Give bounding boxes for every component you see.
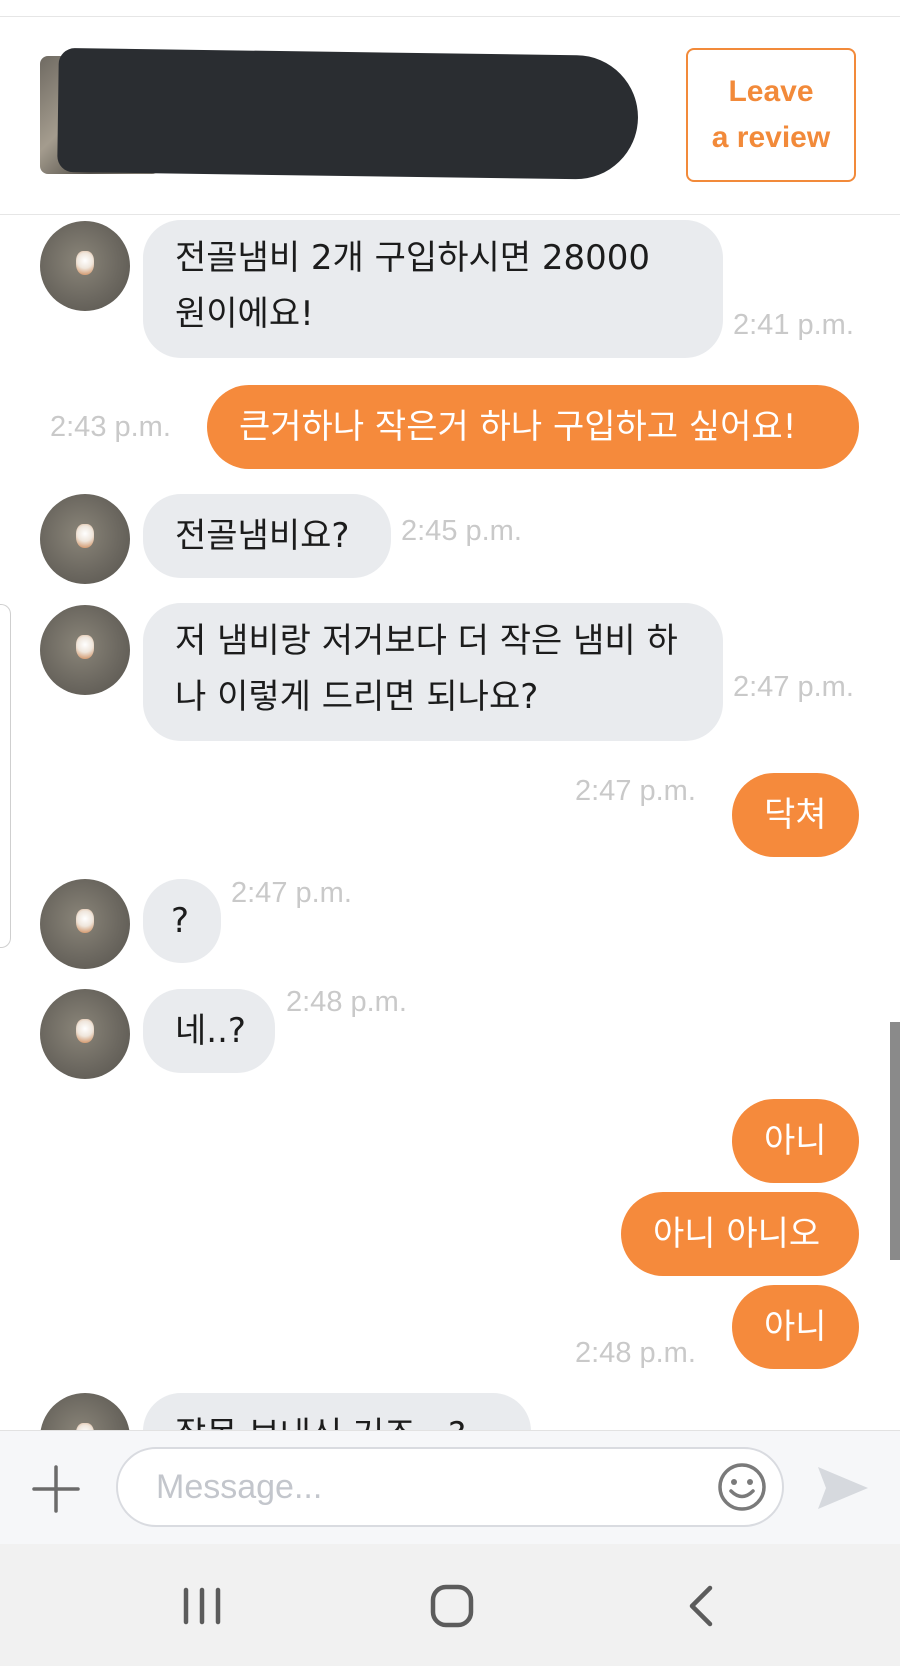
left-edge-panel	[0, 604, 11, 948]
review-label-line2: a review	[711, 121, 831, 154]
message-timestamp: 2:47 p.m.	[733, 671, 854, 703]
system-navigation-bar	[0, 1544, 900, 1666]
plus-icon[interactable]	[30, 1463, 82, 1515]
message-timestamp: 2:48 p.m.	[575, 1337, 696, 1369]
redacted-title	[57, 47, 639, 181]
seller-avatar[interactable]	[40, 989, 130, 1079]
incoming-message: 저 냄비랑 저거보다 더 작은 냄비 하나 이렇게 드리면 되나요?	[143, 603, 723, 741]
outgoing-message: 닥쳐	[732, 773, 859, 857]
message-timestamp: 2:48 p.m.	[286, 986, 407, 1018]
seller-avatar[interactable]	[40, 494, 130, 584]
incoming-message: 잘못 보내신 거죠...?	[143, 1393, 531, 1430]
message-timestamp: 2:47 p.m.	[575, 775, 696, 807]
recent-apps-icon[interactable]	[172, 1578, 232, 1634]
emoji-icon[interactable]	[716, 1461, 768, 1513]
outgoing-message: 아니	[732, 1285, 859, 1369]
outgoing-message: 큰거하나 작은거 하나 구입하고 싶어요!	[207, 385, 859, 469]
chat-header: Leave a review	[0, 17, 900, 215]
message-timestamp: 2:43 p.m.	[50, 411, 171, 443]
send-icon[interactable]	[816, 1463, 870, 1513]
leave-review-button[interactable]: Leave a review	[686, 48, 856, 182]
scrollbar[interactable]	[890, 1022, 900, 1260]
message-timestamp: 2:47 p.m.	[231, 877, 352, 909]
message-input[interactable]	[116, 1447, 784, 1527]
seller-avatar[interactable]	[40, 1393, 130, 1430]
home-icon[interactable]	[422, 1578, 482, 1634]
incoming-message: 전골냄비요?	[143, 494, 391, 578]
incoming-message: 전골냄비 2개 구입하시면 28000 원이에요!	[143, 220, 723, 358]
review-label-line1: Leave	[728, 75, 814, 108]
outgoing-message: 아니	[732, 1099, 859, 1183]
incoming-message: 네..?	[143, 989, 275, 1073]
message-list[interactable]: 전골냄비 2개 구입하시면 28000 원이에요! 2:41 p.m. 큰거하나…	[0, 215, 900, 1430]
seller-avatar[interactable]	[40, 221, 130, 311]
seller-avatar[interactable]	[40, 879, 130, 969]
outgoing-message: 아니 아니오	[621, 1192, 859, 1276]
message-timestamp: 2:41 p.m.	[733, 309, 854, 341]
seller-avatar[interactable]	[40, 605, 130, 695]
message-composer	[0, 1430, 900, 1545]
back-icon[interactable]	[672, 1578, 732, 1634]
incoming-message: ?	[143, 879, 221, 963]
message-timestamp: 2:45 p.m.	[401, 515, 522, 547]
